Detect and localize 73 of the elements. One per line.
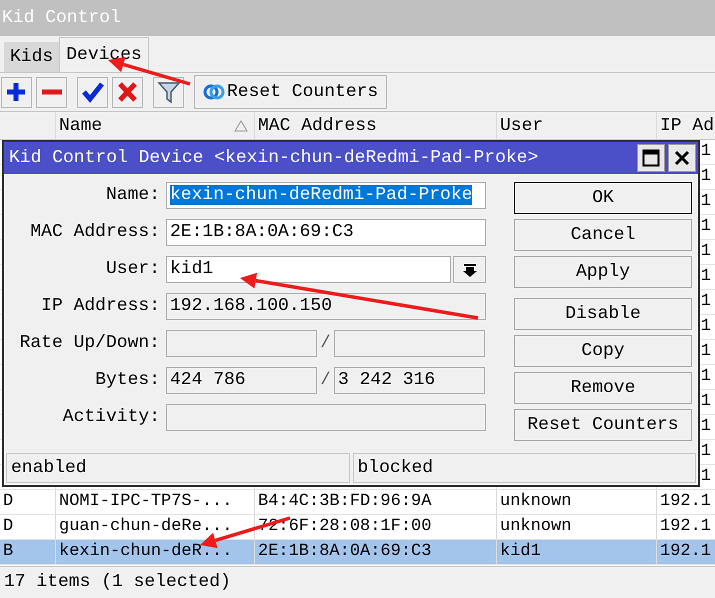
table-cell: 1 — [700, 217, 711, 236]
table-cell: 1 — [700, 417, 711, 436]
field-label: IP Address: — [40, 295, 160, 318]
table-cell: 2E:1B:8A:0A:69:C3 — [255, 540, 497, 564]
dialog-button[interactable]: Copy — [514, 335, 692, 367]
field-label: Activity: — [62, 406, 160, 429]
rings-icon — [203, 84, 225, 100]
field-label: Bytes: — [94, 369, 160, 392]
x-mark-icon[interactable] — [116, 80, 140, 104]
checkmark-icon[interactable] — [80, 80, 104, 104]
dialog-button[interactable]: Reset Counters — [514, 409, 692, 441]
sort-arrow-icon — [234, 120, 248, 132]
table-cell: 1 — [700, 292, 711, 311]
column-header[interactable]: MAC Address — [255, 112, 497, 139]
status-panel: enabled — [6, 453, 350, 483]
reset-counters-button[interactable]: Reset Counters — [194, 75, 388, 109]
readonly-field: 3 242 316 — [334, 367, 485, 394]
table-cell: 1 — [700, 192, 711, 211]
input-field[interactable]: kid1 — [166, 256, 451, 283]
close-button[interactable] — [668, 144, 696, 172]
table-cell: 1 — [700, 242, 711, 261]
window-title: Kid Control — [1, 8, 121, 28]
dialog-title: Kid Control Device <kexin-chun-deRedmi-Pad-Proke> — [9, 148, 538, 168]
field-label: User: — [104, 258, 160, 281]
table-cell: B — [0, 540, 56, 564]
table-row[interactable]: B kexin-chun-deR... 2E:1B:8A:0A:69:C3 kid1 192.1 — [0, 540, 715, 565]
separator-text: / — [319, 371, 332, 390]
column-header[interactable]: User — [497, 112, 657, 139]
table-cell: 1 — [700, 317, 711, 336]
table-cell: kid1 — [497, 540, 657, 564]
dialog-button[interactable]: Cancel — [514, 219, 692, 251]
column-header[interactable]: IP Ad — [657, 112, 715, 139]
table-cell: D — [0, 490, 56, 514]
table-cell: 1 — [700, 367, 711, 386]
filter-icon[interactable] — [156, 80, 180, 104]
status-panel: blocked — [352, 453, 696, 483]
table-cell: 1 — [700, 442, 711, 461]
maximize-icon — [642, 149, 660, 167]
input-field[interactable]: 2E:1B:8A:0A:69:C3 — [166, 219, 486, 246]
table-cell: 1 — [700, 267, 711, 286]
dialog-button[interactable]: Apply — [514, 256, 692, 288]
table-cell: 1 — [700, 467, 711, 486]
column-header[interactable]: Name — [56, 112, 255, 139]
down-arrow-icon — [462, 262, 476, 276]
field-label: Name: — [104, 184, 160, 207]
table-cell: D — [0, 515, 56, 539]
field-label: Rate Up/Down: — [18, 332, 160, 355]
table-cell: 1 — [700, 342, 711, 361]
table-cell: 1 — [700, 167, 711, 186]
table-cell-text: 192.1 — [659, 541, 712, 563]
table-cell: NOMI-IPC-TP7S-... — [56, 490, 255, 514]
readonly-field: 192.168.100.150 — [166, 293, 486, 320]
dialog-button[interactable]: Remove — [514, 372, 692, 404]
tab[interactable]: Kids — [4, 42, 60, 72]
readonly-field: 424 786 — [166, 367, 317, 394]
table-row[interactable]: D NOMI-IPC-TP7S-... B4:4C:3B:FD:96:9A unknown 192.1 — [0, 490, 715, 515]
table-cell: B4:4C:3B:FD:96:9A — [255, 490, 497, 514]
table-cell-text: 192.1 — [659, 516, 712, 538]
dialog-button[interactable]: OK — [514, 182, 692, 214]
close-icon — [674, 150, 690, 166]
dropdown-button[interactable] — [453, 256, 486, 283]
maximize-button[interactable] — [637, 144, 665, 172]
table-cell: 72:6F:28:08:1F:00 — [255, 515, 497, 539]
table-cell: unknown — [497, 490, 657, 514]
input-field[interactable]: kexin-chun-deRedmi-Pad-Proke — [166, 182, 486, 209]
tab[interactable]: Devices — [59, 37, 149, 72]
table-cell: unknown — [497, 515, 657, 539]
dialog-button[interactable]: Disable — [514, 298, 692, 330]
table-cell-text: 192.1 — [659, 491, 712, 513]
field-label: MAC Address: — [29, 221, 160, 244]
table-cell: 1 — [700, 142, 711, 161]
separator-text: / — [319, 334, 332, 353]
table-cell: 1 — [700, 392, 711, 411]
